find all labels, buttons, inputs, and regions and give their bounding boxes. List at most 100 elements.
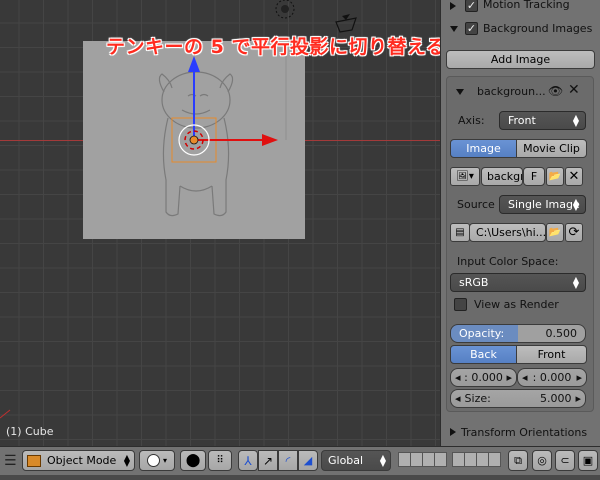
filepath-field[interactable]: C:\Users\hi... [469,223,546,242]
transform-orientation-select[interactable]: Global ▲ ▼ [321,450,391,471]
background-images-label: Background Images [483,22,593,35]
remove-slot-icon[interactable]: ✕ [568,82,580,98]
axis-select[interactable]: Front ▲ ▼ [499,111,586,130]
image-name-field[interactable]: backgr [481,167,523,186]
source-select[interactable]: Single Image ▲ ▼ [499,195,586,214]
decrement-icon[interactable]: ◂ [455,392,461,405]
view-as-render-label: View as Render [474,298,559,311]
color-space-value: sRGB [459,276,489,289]
offset-x-value: : 0.000 [464,371,503,384]
scale-icon: ◢ [303,454,313,467]
increment-icon[interactable]: ▸ [576,371,582,384]
viewport-shading-select[interactable]: ▾ [139,450,175,471]
file-pack-icon[interactable]: ▤ [450,223,470,242]
timeline-strip [0,475,600,480]
collapse-arrow-icon[interactable] [450,428,456,436]
image-browse-icon[interactable]: 🖼▾ [450,167,480,186]
size-label: Size: [464,392,491,405]
layer-button[interactable] [434,452,447,467]
opacity-value: 0.500 [545,327,578,340]
input-color-space-label: Input Color Space: [457,255,559,268]
object-mode-icon [27,454,41,467]
opacity-slider[interactable]: Opacity: 0.500 [450,324,586,343]
reload-icon[interactable]: ⟳ [565,223,583,242]
manipulator-axis-icon: ⅄ [244,453,252,468]
motion-tracking-checkbox[interactable]: ✓ [465,0,478,12]
tab-front[interactable]: Front [516,345,587,364]
transform-gizmo [178,56,278,156]
collapse-arrow-icon[interactable] [450,2,456,10]
file-browse-icon[interactable]: 📂 [546,223,564,242]
editor-menu-icon[interactable]: ☰ [4,453,17,469]
shading-solid-icon [146,454,160,467]
fake-user-button[interactable]: F [523,167,545,186]
source-label: Source [457,198,495,211]
manipulator-toggle[interactable]: ⅄ [238,450,258,471]
rotate-icon: ◜ [285,453,291,468]
decrement-icon[interactable]: ◂ [455,371,461,384]
proportional-edit-button[interactable]: ◎ [532,450,552,471]
lock-layers-button[interactable]: ⧉ [508,450,528,471]
axis-value: Front [508,114,536,127]
orientation-label: Global [328,454,364,467]
open-folder-icon[interactable]: 📂 [546,167,564,186]
dropdown-icon: ▾ [162,456,167,465]
background-images-header[interactable]: ✓ Background Images [441,20,600,38]
motion-tracking-label: Motion Tracking [483,0,570,11]
pivot-point-select[interactable]: ⬤ [180,450,206,471]
pivot-icon: ⬤ [185,453,201,468]
mini-axis [0,409,11,419]
eye-icon[interactable]: 👁 [548,84,563,98]
increment-icon[interactable]: ▸ [575,392,581,405]
updown-icon: ▲ ▼ [572,197,579,212]
tutorial-caption: テンキーの 5 で平行投影に切り替える [106,36,440,58]
mode-label: Object Mode [47,454,117,467]
lamp-icon [275,0,295,19]
increment-icon[interactable]: ▸ [506,371,512,384]
transform-orientations-label[interactable]: Transform Orientations [461,426,587,439]
expand-arrow-icon[interactable] [450,26,458,32]
lock-icon: ⧉ [514,453,522,467]
background-images-checkbox[interactable]: ✓ [465,22,478,35]
tab-movie-clip[interactable]: Movie Clip [516,139,587,158]
updown-icon: ▲ ▼ [379,452,386,468]
offset-y-value: : 0.000 [532,371,572,384]
render-icon: ▣ [582,454,594,467]
offset-x-field[interactable]: ◂ : 0.000 ▸ [450,368,517,387]
axis-label: Axis: [458,114,485,127]
size-field[interactable]: ◂ Size: 5.000 ▸ [450,389,586,408]
layer-buttons-group-1[interactable] [398,450,448,471]
motion-tracking-row[interactable]: ✓ Motion Tracking [441,0,600,14]
add-image-button[interactable]: Add Image [446,50,595,69]
3d-viewport[interactable]: テンキーの 5 で平行投影に切り替える (1) Cube [0,0,440,446]
camera-icon [335,14,357,33]
size-value: 5.000 [539,392,572,405]
proportional-edit-icon: ◎ [537,454,547,467]
updown-icon: ▲ ▼ [572,113,579,128]
scale-manipulator-button[interactable]: ◢ [298,450,318,471]
unlink-icon[interactable]: ✕ [565,167,583,186]
render-preview-button[interactable]: ▣ [578,450,598,471]
viewport-overlay [0,0,357,419]
color-space-select[interactable]: sRGB ▲ ▼ [450,273,586,292]
slot-expand-icon[interactable] [456,89,464,95]
tab-image[interactable]: Image [450,139,517,158]
grid-dots-icon: ⠿ [216,455,224,466]
rotate-manipulator-button[interactable]: ◜ [278,450,298,471]
opacity-label: Opacity: [459,327,505,340]
overlay-toggle[interactable]: ⠿ [208,450,232,471]
slot-name: backgroun... [477,85,546,98]
updown-icon: ▲ ▼ [572,275,579,290]
mode-select[interactable]: Object Mode ▲ ▼ [22,450,135,471]
tab-back[interactable]: Back [450,345,517,364]
arrow-icon: ↗ [262,453,274,468]
offset-y-field[interactable]: ◂ : 0.000 ▸ [517,368,587,387]
decrement-icon[interactable]: ◂ [522,371,528,384]
layer-buttons-group-2[interactable] [452,450,502,471]
layer-button[interactable] [488,452,501,467]
updown-icon: ▲ ▼ [123,452,130,468]
view-as-render-checkbox[interactable] [454,298,467,311]
magnet-icon: ⊂ [560,454,570,467]
snap-toggle-button[interactable]: ⊂ [555,450,575,471]
translate-manipulator-button[interactable]: ↗ [258,450,278,471]
